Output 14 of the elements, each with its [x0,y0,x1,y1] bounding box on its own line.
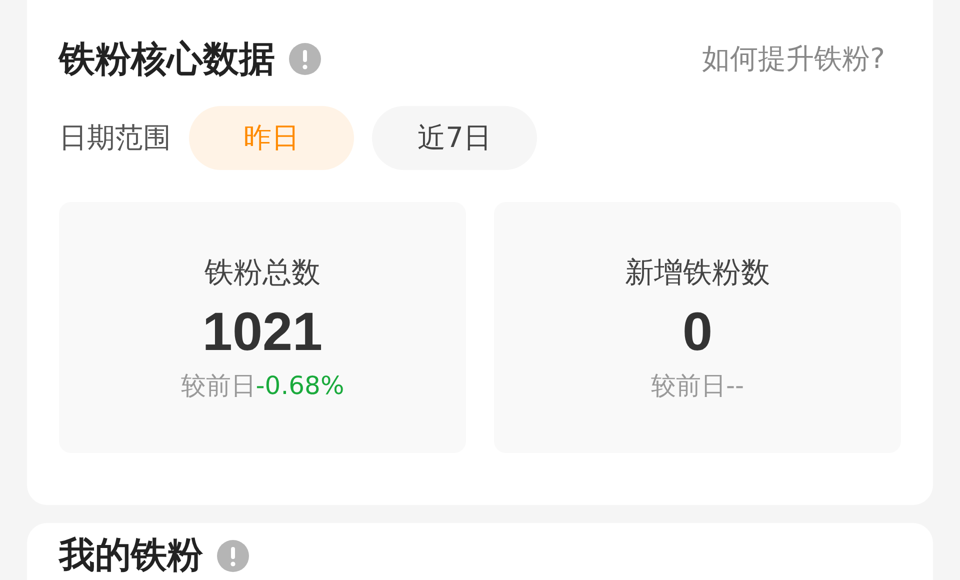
help-icon[interactable] [289,43,321,75]
card-title: 我的铁粉 [59,534,203,578]
date-range-tab[interactable]: 近7日 [372,106,537,170]
help-link[interactable]: 如何提升铁粉? [702,40,885,78]
help-icon[interactable] [217,540,249,572]
stat-label: 铁粉总数 [204,254,320,291]
stat-value: 1021 [202,301,323,363]
date-range-tab[interactable]: 昨日 [189,106,354,170]
compare-text: 较前日-- [650,370,744,402]
date-range-label: 日期范围 [59,120,171,156]
stat-label: 新增铁粉数 [625,254,770,291]
compare-text: 较前日-0.68% [180,370,344,402]
card-title: 铁粉核心数据 [59,38,275,82]
stat-value: 0 [682,301,713,363]
